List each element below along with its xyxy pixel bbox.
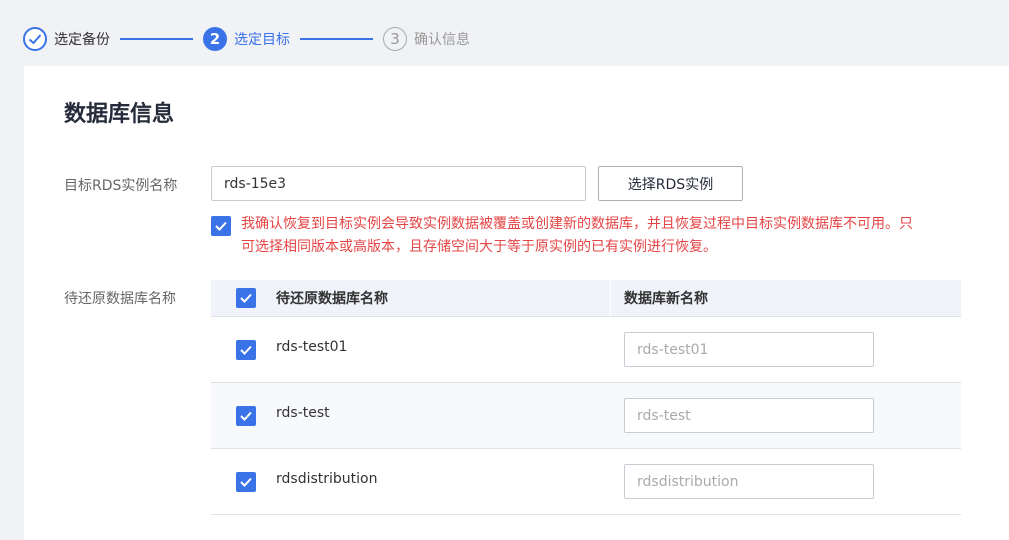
step-connector: [300, 38, 373, 40]
new-db-name-input[interactable]: rdsdistribution: [624, 464, 874, 499]
db-name: rds-test: [276, 405, 330, 421]
confirm-checkbox[interactable]: [211, 216, 231, 236]
section-title: 数据库信息: [64, 102, 175, 127]
check-icon: [240, 345, 252, 355]
database-info-card: 数据库信息 目标RDS实例名称 rds-15e3 选择RDS实例 我确认恢复到目…: [24, 66, 1009, 540]
table-row: rdsdistribution rdsdistribution: [211, 449, 961, 515]
step-label: 确认信息: [414, 32, 470, 48]
column-header-db-name: 待还原数据库名称: [276, 291, 388, 307]
db-name: rds-test01: [276, 339, 348, 355]
step-select-target: 2 选定目标: [203, 27, 290, 51]
target-instance-label: 目标RDS实例名称: [64, 178, 178, 194]
restore-db-table: 待还原数据库名称 数据库新名称 rds-test01 rds-test01 rd…: [211, 280, 961, 515]
warning-line: 可选择相同版本或高版本，且存储空间大于等于原实例的已有实例进行恢复。: [241, 239, 717, 255]
row-checkbox[interactable]: [236, 406, 256, 426]
new-db-name-input[interactable]: rds-test: [624, 398, 874, 433]
table-row: rds-test rds-test: [211, 383, 961, 449]
step-connector: [120, 38, 193, 40]
column-divider: [610, 280, 611, 316]
check-icon: [215, 221, 227, 231]
table-header: 待还原数据库名称 数据库新名称: [211, 280, 961, 317]
db-name: rdsdistribution: [276, 471, 378, 487]
select-rds-instance-button[interactable]: 选择RDS实例: [598, 166, 743, 201]
step-confirm-info: 3 确认信息: [383, 27, 470, 51]
step-label: 选定目标: [234, 32, 290, 48]
row-checkbox[interactable]: [236, 340, 256, 360]
check-icon: [23, 27, 47, 51]
new-db-name-input[interactable]: rds-test01: [624, 332, 874, 367]
warning-line: 我确认恢复到目标实例会导致实例数据被覆盖或创建新的数据库，并且恢复过程中目标实例…: [241, 216, 913, 232]
step-number: 2: [203, 27, 227, 51]
step-label: 选定备份: [54, 32, 110, 48]
step-number: 3: [383, 27, 407, 51]
target-instance-input[interactable]: rds-15e3: [211, 166, 586, 201]
step-select-backup: 选定备份: [23, 27, 110, 51]
column-header-new-name: 数据库新名称: [624, 291, 708, 307]
select-all-checkbox[interactable]: [236, 288, 256, 308]
confirm-warning-text: 我确认恢复到目标实例会导致实例数据被覆盖或创建新的数据库，并且恢复过程中目标实例…: [241, 213, 986, 259]
row-checkbox[interactable]: [236, 472, 256, 492]
check-icon: [240, 411, 252, 421]
check-icon: [240, 293, 252, 303]
restore-db-label: 待还原数据库名称: [64, 291, 176, 307]
table-row: rds-test01 rds-test01: [211, 317, 961, 383]
check-icon: [240, 477, 252, 487]
stepper: 选定备份 2 选定目标 3 确认信息: [23, 25, 470, 53]
